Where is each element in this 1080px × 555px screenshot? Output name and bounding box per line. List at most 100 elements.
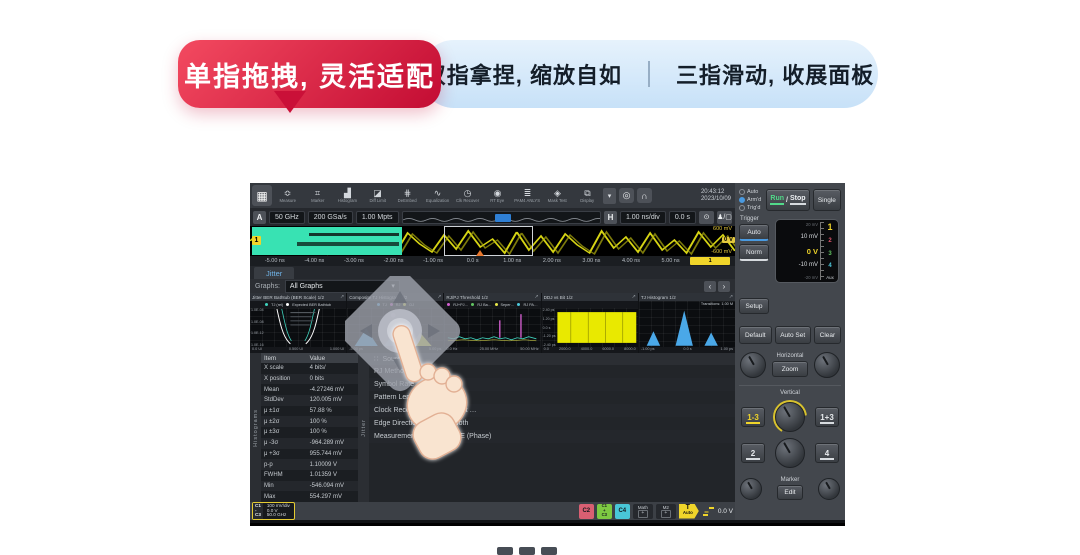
tab-jitter-vertical[interactable]: Jitter (358, 353, 369, 502)
panel-rj-pj-threshold[interactable]: RJ/PJ Threshold 1/2 ↗ RJ+PJ… RJ Ba… Sepe… (444, 293, 540, 353)
trigger-auto-button[interactable]: Auto (739, 224, 769, 241)
run-stop-button[interactable]: Run / Stop (766, 189, 810, 211)
table-row[interactable]: μ -3σ-964.289 mV (261, 438, 358, 449)
page: 双指拿捏, 缩放自如 三指滑动, 收展面板 单指拖拽, 灵活适配 ▦ ≎ Mea… (0, 0, 1080, 555)
vertical-scale-knob[interactable] (775, 402, 805, 432)
graphs-dropdown[interactable]: All Graphs ▾ (285, 280, 400, 293)
overview-position-thumb[interactable] (495, 214, 511, 222)
waveform-overview-scrollbar[interactable] (402, 211, 601, 224)
panel-ber-bathtub[interactable]: Jitter BER Bathtub (BER Scale) 1/2 ↗ TJ … (250, 293, 346, 353)
channel1-status-badge[interactable]: C1 - C3 100 mV/div 0.0 V 50.0 GHz (252, 502, 295, 520)
acq-h-button[interactable]: H (604, 211, 617, 224)
graph-next-button[interactable]: › (718, 281, 730, 292)
horizontal-position-knob[interactable] (814, 352, 840, 378)
table-row[interactable]: μ ±1σ57.88 % (261, 406, 358, 417)
hscale-field[interactable]: 1.00 ns/div (620, 211, 666, 224)
waveform-selection-region[interactable] (252, 227, 402, 255)
zero-volt-marker: 0 V (722, 237, 735, 243)
expand-icon[interactable]: ↗ (534, 294, 538, 300)
channel13-chip[interactable]: C1+C3 (597, 504, 612, 519)
math1-chip[interactable]: Math + (633, 504, 653, 519)
marker-edit-button[interactable]: Edit (777, 485, 803, 500)
horizontal-scale-knob[interactable] (740, 352, 766, 378)
trigger-norm-button[interactable]: Norm (739, 244, 769, 261)
tab-jitter[interactable]: Jitter (254, 267, 294, 279)
source-settings-panel[interactable]: ∷ Source RJ Method Symbol Rate Pattern L… (369, 353, 735, 502)
toolbar-rt-eye[interactable]: ◉ RT Eye (483, 184, 512, 207)
expand-icon[interactable]: ↗ (437, 294, 441, 300)
drag-handle-icon[interactable]: ∷ (374, 355, 378, 363)
hposition-field[interactable]: 0.0 s (669, 211, 696, 224)
tab-histograms-vertical[interactable]: Histograms (250, 353, 261, 502)
math2-chip[interactable]: M2 + (656, 504, 676, 519)
toolbar-mask-test[interactable]: ◈ Mask Test (543, 184, 572, 207)
zoom-button[interactable]: Zoom (772, 361, 808, 377)
setting-row[interactable]: Symbol Rate (369, 378, 735, 391)
toolbar-more-dropdown[interactable]: ▾ (603, 188, 616, 204)
setting-row[interactable]: MeasurementTIE (Phase) (369, 430, 735, 443)
toolbar-measure[interactable]: ≎ Measure (273, 184, 302, 207)
sample-rate-field[interactable]: 200 GSa/s (308, 211, 353, 224)
legend-dot (447, 303, 450, 306)
toolbar-clk-recover[interactable]: ◷ Clk Recover (453, 184, 482, 207)
annotation-toggle-icon[interactable]: ♟/▢ (717, 211, 732, 224)
marker-b-knob[interactable] (818, 478, 840, 500)
channel-status-bar: C1 - C3 100 mV/div 0.0 V 50.0 GHz C2 C1+… (250, 502, 735, 520)
table-row[interactable]: μ ±3σ100 % (261, 427, 358, 438)
toolbar-histogram[interactable]: ▟ Histogram (333, 184, 362, 207)
table-row[interactable]: FWHM1.01359 V (261, 470, 358, 481)
table-row[interactable]: Max554.297 mV (261, 491, 358, 502)
toolbar-diff-limit[interactable]: ◪ Diff Limit (363, 184, 392, 207)
apps-grid-icon[interactable]: ▦ (252, 185, 272, 206)
channel-4-button[interactable]: 4 (815, 443, 839, 463)
touch-icon[interactable]: ◎ (619, 188, 634, 203)
toolbar-equalization[interactable]: ∿ Equalization (423, 184, 452, 207)
expand-icon[interactable]: ↗ (729, 294, 733, 300)
table-row[interactable]: Mean-4.27246 mV (261, 384, 358, 395)
add-icon[interactable]: + (661, 510, 671, 518)
expand-icon[interactable]: ↗ (340, 294, 344, 300)
bandwidth-field[interactable]: 50 GHz (269, 211, 305, 224)
setting-row[interactable]: Pattern Length (369, 391, 735, 404)
vertical-position-knob[interactable] (775, 438, 805, 468)
results-table[interactable]: Item Value X scale4 bits/ X position0 bi… (261, 353, 358, 502)
table-row[interactable]: μ +3σ955.744 mV (261, 449, 358, 460)
auto-set-button[interactable]: Auto Set (775, 326, 811, 344)
clock-icon[interactable]: ⊙ (699, 211, 714, 224)
panel-composite-histogram[interactable]: Composite TJ Histogram 1/2 ↗ TJ RJ DJ (347, 293, 443, 353)
setting-row[interactable]: Clock RecoveryFirst … (369, 404, 735, 417)
marker-a-knob[interactable] (740, 478, 762, 500)
table-row[interactable]: μ ±2σ100 % (261, 416, 358, 427)
acq-a-button[interactable]: A (253, 211, 266, 224)
add-icon[interactable]: + (638, 510, 648, 518)
trigger-setup-button[interactable]: Setup (739, 298, 769, 314)
clear-button[interactable]: Clear (814, 326, 841, 344)
channel-1-3-button[interactable]: 1-3 (741, 407, 765, 427)
channel4-chip[interactable]: C4 (615, 504, 630, 519)
expand-icon[interactable]: ↗ (632, 294, 636, 300)
table-row[interactable]: X scale4 bits/ (261, 363, 358, 374)
default-button[interactable]: Default (739, 326, 772, 344)
toolbar-deembed[interactable]: ⋕ DeEmbed (393, 184, 422, 207)
waveform-display[interactable]: 1 600 mV 0 V -600 mV (250, 226, 735, 256)
table-row[interactable]: X position0 bits (261, 374, 358, 385)
memory-depth-field[interactable]: 1.00 Mpts (356, 211, 399, 224)
toolbar-display[interactable]: ⧉ Display (573, 184, 602, 207)
panel-tj-histogram[interactable]: TJ Histogram 1/2 ↗ Transitions: 1.00 M -… (639, 293, 735, 353)
trigger-chip[interactable]: T Auto (679, 504, 699, 519)
bell-icon[interactable]: ∩ (637, 188, 652, 203)
toolbar-marker[interactable]: ⌗ Marker (303, 184, 332, 207)
setting-row[interactable]: RJ Method (369, 365, 735, 378)
single-button[interactable]: Single (813, 189, 841, 211)
panel-ddj-vs-bit[interactable]: DDJ vs Bit 1/2 ↗ 2.40 ps 1.20 ps 0.0 s -… (542, 293, 638, 353)
table-row[interactable]: p-p1.10009 V (261, 459, 358, 470)
channel-1plus3-button[interactable]: 1+3 (815, 407, 839, 427)
graph-prev-button[interactable]: ‹ (704, 281, 716, 292)
channel-2-button[interactable]: 2 (741, 443, 765, 463)
channel2-chip[interactable]: C2 (579, 504, 594, 519)
setting-row[interactable]: Edge DirectionBoth (369, 417, 735, 430)
toolbar-pam4[interactable]: ≣ PAM4 ANLYS (513, 184, 542, 207)
table-row[interactable]: StdDev120.005 mV (261, 395, 358, 406)
zoom-window-box[interactable] (444, 226, 533, 256)
table-row[interactable]: Min-546.094 mV (261, 481, 358, 492)
